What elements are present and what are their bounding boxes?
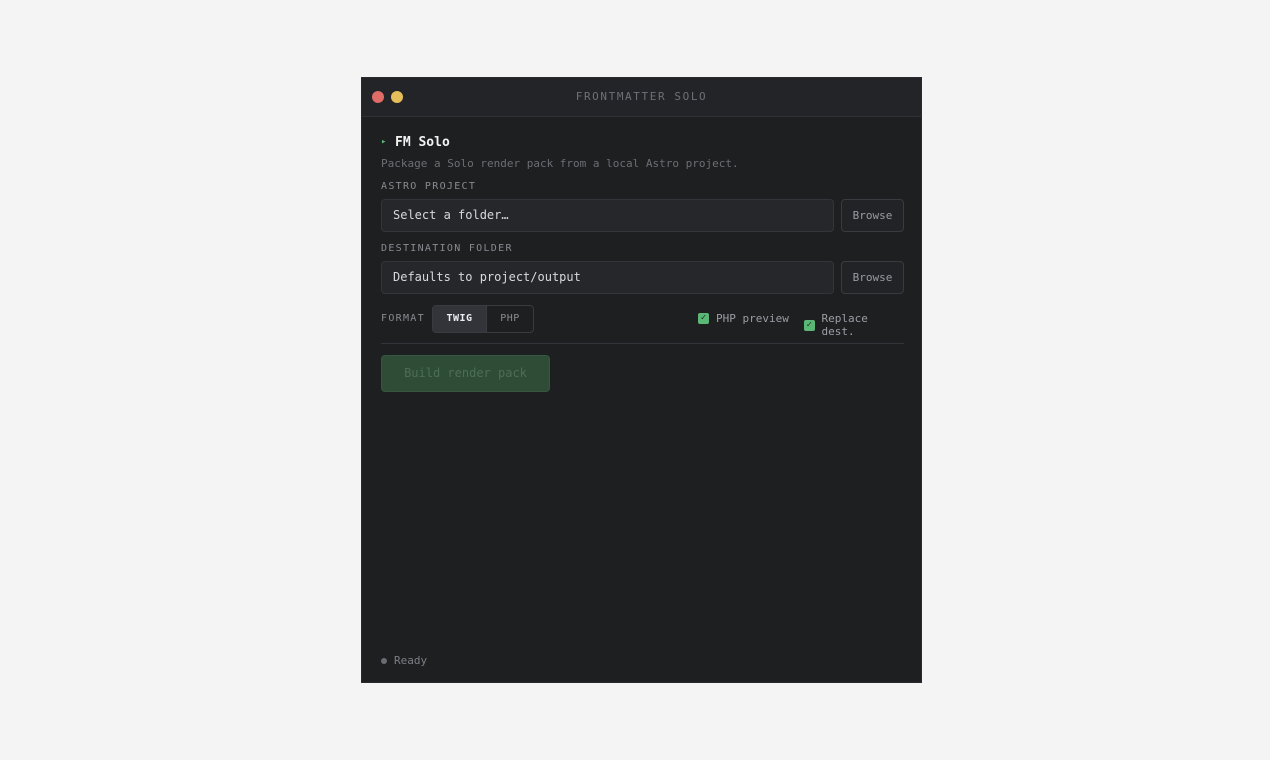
- php-preview-checkbox[interactable]: ✓: [698, 313, 709, 324]
- status-dot-icon: [381, 657, 387, 664]
- format-segmented-control: TWIG PHP: [432, 305, 534, 333]
- divider: [381, 343, 904, 344]
- astro-project-browse-button[interactable]: Browse: [841, 199, 904, 232]
- destination-folder-browse-button[interactable]: Browse: [841, 261, 904, 294]
- replace-dest-label: Replace dest.: [821, 312, 868, 338]
- build-render-pack-button[interactable]: Build render pack: [381, 355, 550, 392]
- replace-dest-checkbox[interactable]: ✓: [804, 319, 815, 331]
- php-preview-option[interactable]: ✓ PHP preview: [698, 312, 789, 325]
- app-subtitle: Package a Solo render pack from a local …: [381, 157, 739, 170]
- php-preview-label: PHP preview: [716, 312, 789, 325]
- destination-folder-label: DESTINATION FOLDER: [381, 243, 513, 254]
- play-arrow-icon: ▸: [381, 137, 387, 147]
- window-title: FRONTMATTER SOLO: [575, 90, 708, 103]
- format-option-php[interactable]: PHP: [487, 306, 533, 332]
- format-label: FORMAT: [381, 313, 425, 324]
- main-panel: ▸ FM Solo Package a Solo render pack fro…: [381, 134, 904, 392]
- astro-project-field[interactable]: Select a folder…: [381, 199, 834, 232]
- replace-dest-option[interactable]: ✓ Replace dest.: [804, 312, 904, 338]
- status-text: Ready: [394, 654, 428, 667]
- status-bar: Ready: [381, 654, 427, 667]
- app-heading: ▸ FM Solo: [381, 134, 904, 150]
- destination-folder-field[interactable]: Defaults to project/output: [381, 261, 834, 294]
- destination-folder-row: Defaults to project/output Browse: [381, 261, 904, 294]
- format-option-twig[interactable]: TWIG: [433, 306, 487, 332]
- title-bar: FRONTMATTER SOLO: [362, 78, 921, 117]
- astro-project-label: ASTRO PROJECT: [381, 181, 477, 192]
- astro-project-row: Select a folder… Browse: [381, 199, 904, 232]
- app-window: FRONTMATTER SOLO ▸ FM Solo Package a Sol…: [361, 77, 922, 683]
- format-row: FORMAT TWIG PHP ✓ PHP preview ✓ Replace …: [381, 305, 904, 338]
- app-name: FM Solo: [395, 134, 450, 150]
